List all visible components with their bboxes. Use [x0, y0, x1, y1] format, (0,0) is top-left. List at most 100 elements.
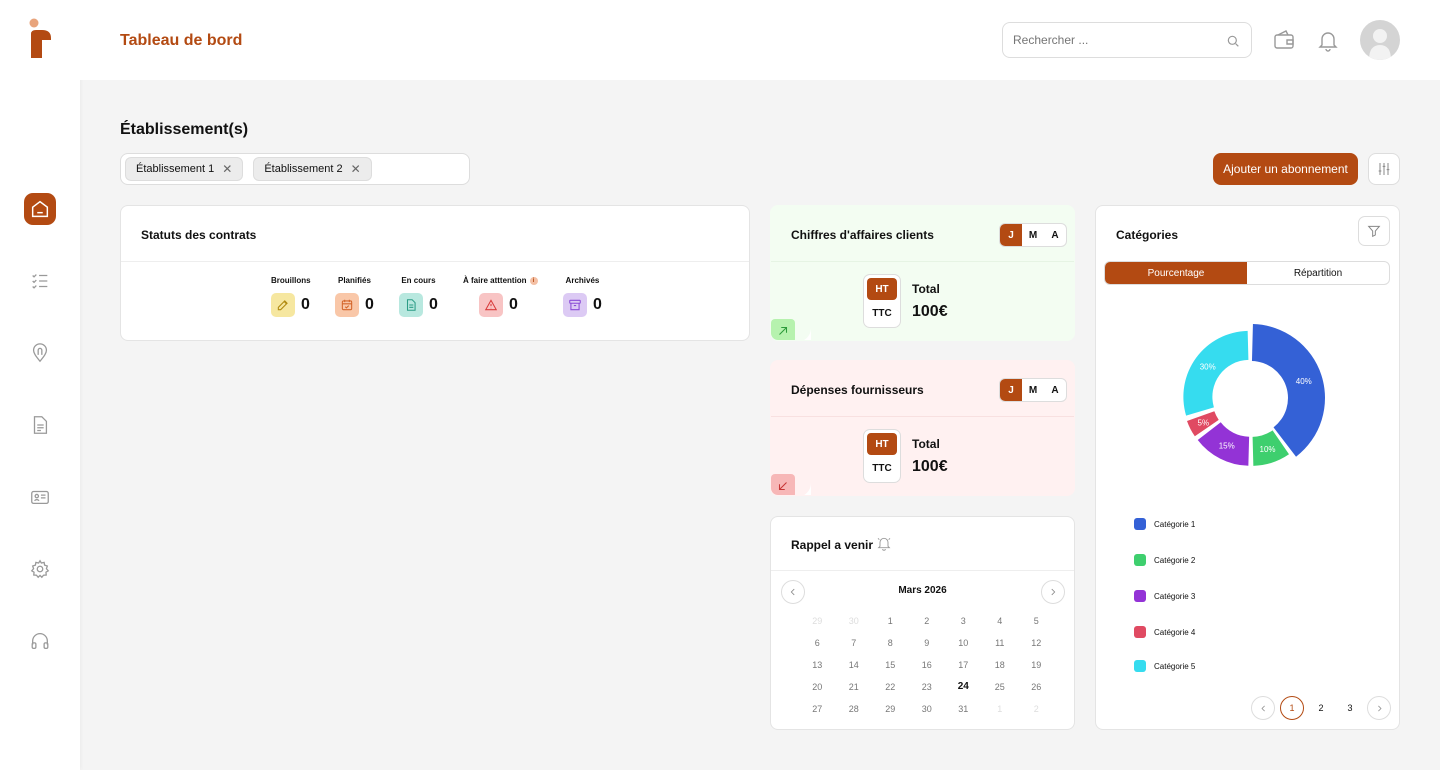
donut-slice[interactable]: [1183, 330, 1249, 416]
calendar-day[interactable]: 11: [982, 637, 1019, 649]
calendar-day[interactable]: 17: [945, 659, 982, 671]
divider: [771, 570, 1074, 571]
legend-swatch: [1134, 660, 1146, 672]
period-month-button[interactable]: M: [1022, 379, 1044, 401]
calendar-day[interactable]: 9: [909, 637, 946, 649]
app-logo[interactable]: [28, 18, 54, 60]
calendar-day[interactable]: 7: [836, 637, 873, 649]
calendar-day[interactable]: 30: [836, 615, 873, 627]
remove-chip-icon[interactable]: ✕: [222, 162, 232, 176]
ht-button[interactable]: HT: [867, 278, 897, 300]
period-year-button[interactable]: A: [1044, 379, 1066, 401]
settings-sliders-button[interactable]: [1368, 153, 1400, 185]
status-attention[interactable]: À faire atttention i 0: [463, 276, 538, 317]
prev-page-button[interactable]: [1251, 696, 1275, 720]
period-day-button[interactable]: J: [1000, 379, 1022, 401]
legend-label: Catégorie 5: [1154, 661, 1196, 671]
calendar-day[interactable]: 12: [1018, 637, 1055, 649]
search-icon[interactable]: [1225, 33, 1241, 49]
nav-documents[interactable]: [24, 409, 56, 441]
revenue-card: Chiffres d'affaires clients J M A HT TTC…: [770, 205, 1075, 341]
card-title: Chiffres d'affaires clients: [791, 228, 934, 242]
info-icon[interactable]: i: [529, 276, 538, 285]
period-day-button[interactable]: J: [1000, 224, 1022, 246]
id-card-icon: [31, 490, 49, 505]
card-title: Dépenses fournisseurs: [791, 383, 924, 397]
tab-distribution[interactable]: Répartition: [1247, 262, 1389, 284]
calendar-day[interactable]: 4: [982, 615, 1019, 627]
calendar-day[interactable]: 13: [799, 659, 836, 671]
calendar-day[interactable]: 3: [945, 615, 982, 627]
calendar-day[interactable]: 2: [909, 615, 946, 627]
wallet-icon[interactable]: [1272, 28, 1296, 52]
calendar-day[interactable]: 5: [1018, 615, 1055, 627]
divider: [771, 416, 1074, 417]
nav-home[interactable]: [24, 193, 56, 225]
calendar-day[interactable]: 15: [872, 659, 909, 671]
remove-chip-icon[interactable]: ✕: [351, 162, 361, 176]
status-in-progress[interactable]: En cours 0: [399, 276, 438, 317]
calendar-day[interactable]: 14: [836, 659, 873, 671]
calendar-day[interactable]: 18: [982, 659, 1019, 671]
calendar-month: Mars 2026: [898, 585, 947, 596]
period-year-button[interactable]: A: [1044, 224, 1066, 246]
user-avatar[interactable]: [1360, 20, 1400, 60]
calendar-day[interactable]: 1: [982, 703, 1019, 715]
calendar-day[interactable]: 22: [872, 681, 909, 693]
search-box[interactable]: [1002, 22, 1252, 58]
status-planned[interactable]: Planifiés 0: [335, 276, 374, 317]
calendar-day[interactable]: 28: [836, 703, 873, 715]
status-drafts[interactable]: Brouillons 0: [271, 276, 311, 317]
next-month-button[interactable]: [1041, 580, 1065, 604]
calendar-day[interactable]: 21: [836, 681, 873, 693]
calendar-day[interactable]: 8: [872, 637, 909, 649]
establishment-selector[interactable]: Établissement 1 ✕ Établissement 2 ✕: [120, 153, 470, 185]
establishments-title: Établissement(s): [120, 121, 249, 138]
calendar-day[interactable]: 29: [799, 615, 836, 627]
calendar-day[interactable]: 16: [909, 659, 946, 671]
calendar-day[interactable]: 30: [909, 703, 946, 715]
nav-locations[interactable]: [24, 337, 56, 369]
calendar-day[interactable]: 27: [799, 703, 836, 715]
calendar-day[interactable]: 6: [799, 637, 836, 649]
page-button[interactable]: 2: [1309, 696, 1333, 720]
bell-icon[interactable]: [1316, 28, 1340, 52]
ttc-button[interactable]: TTC: [867, 302, 897, 324]
nav-tasks[interactable]: [24, 265, 56, 297]
calendar-day[interactable]: 2: [1018, 703, 1055, 715]
slice-label: 40%: [1296, 377, 1312, 386]
calendar-day[interactable]: 26: [1018, 681, 1055, 693]
status-archived[interactable]: Archivés 0: [563, 276, 602, 317]
calendar-day[interactable]: 24: [945, 681, 982, 693]
nav-settings[interactable]: [24, 553, 56, 585]
tab-percentage[interactable]: Pourcentage: [1105, 262, 1247, 284]
filter-button[interactable]: [1358, 216, 1390, 246]
calendar-day[interactable]: 23: [909, 681, 946, 693]
total-value: 100€: [912, 458, 948, 475]
nav-support[interactable]: [24, 625, 56, 657]
chip-label: Établissement 1: [136, 163, 215, 175]
ttc-button[interactable]: TTC: [867, 457, 897, 479]
search-input[interactable]: [1013, 33, 1213, 47]
next-page-button[interactable]: [1367, 696, 1391, 720]
card-title: Rappel a venir: [791, 538, 874, 552]
calendar-day[interactable]: 29: [872, 703, 909, 715]
add-subscription-button[interactable]: Ajouter un abonnement: [1213, 153, 1358, 185]
calendar-day[interactable]: 25: [982, 681, 1019, 693]
legend-swatch: [1134, 554, 1146, 566]
calendar-day[interactable]: 31: [945, 703, 982, 715]
ht-button[interactable]: HT: [867, 433, 897, 455]
calendar-day[interactable]: 10: [945, 637, 982, 649]
calendar-day[interactable]: 1: [872, 615, 909, 627]
calendar-day[interactable]: 19: [1018, 659, 1055, 671]
page-button[interactable]: 1: [1280, 696, 1304, 720]
nav-contacts[interactable]: [24, 481, 56, 513]
chip-label: Établissement 2: [264, 163, 343, 175]
legend-item: Catégorie 5: [1134, 660, 1195, 672]
slice-label: 15%: [1219, 442, 1235, 451]
warning-icon: [479, 293, 503, 317]
page-button[interactable]: 3: [1338, 696, 1362, 720]
legend-label: Catégorie 4: [1154, 627, 1196, 637]
calendar-day[interactable]: 20: [799, 681, 836, 693]
period-month-button[interactable]: M: [1022, 224, 1044, 246]
